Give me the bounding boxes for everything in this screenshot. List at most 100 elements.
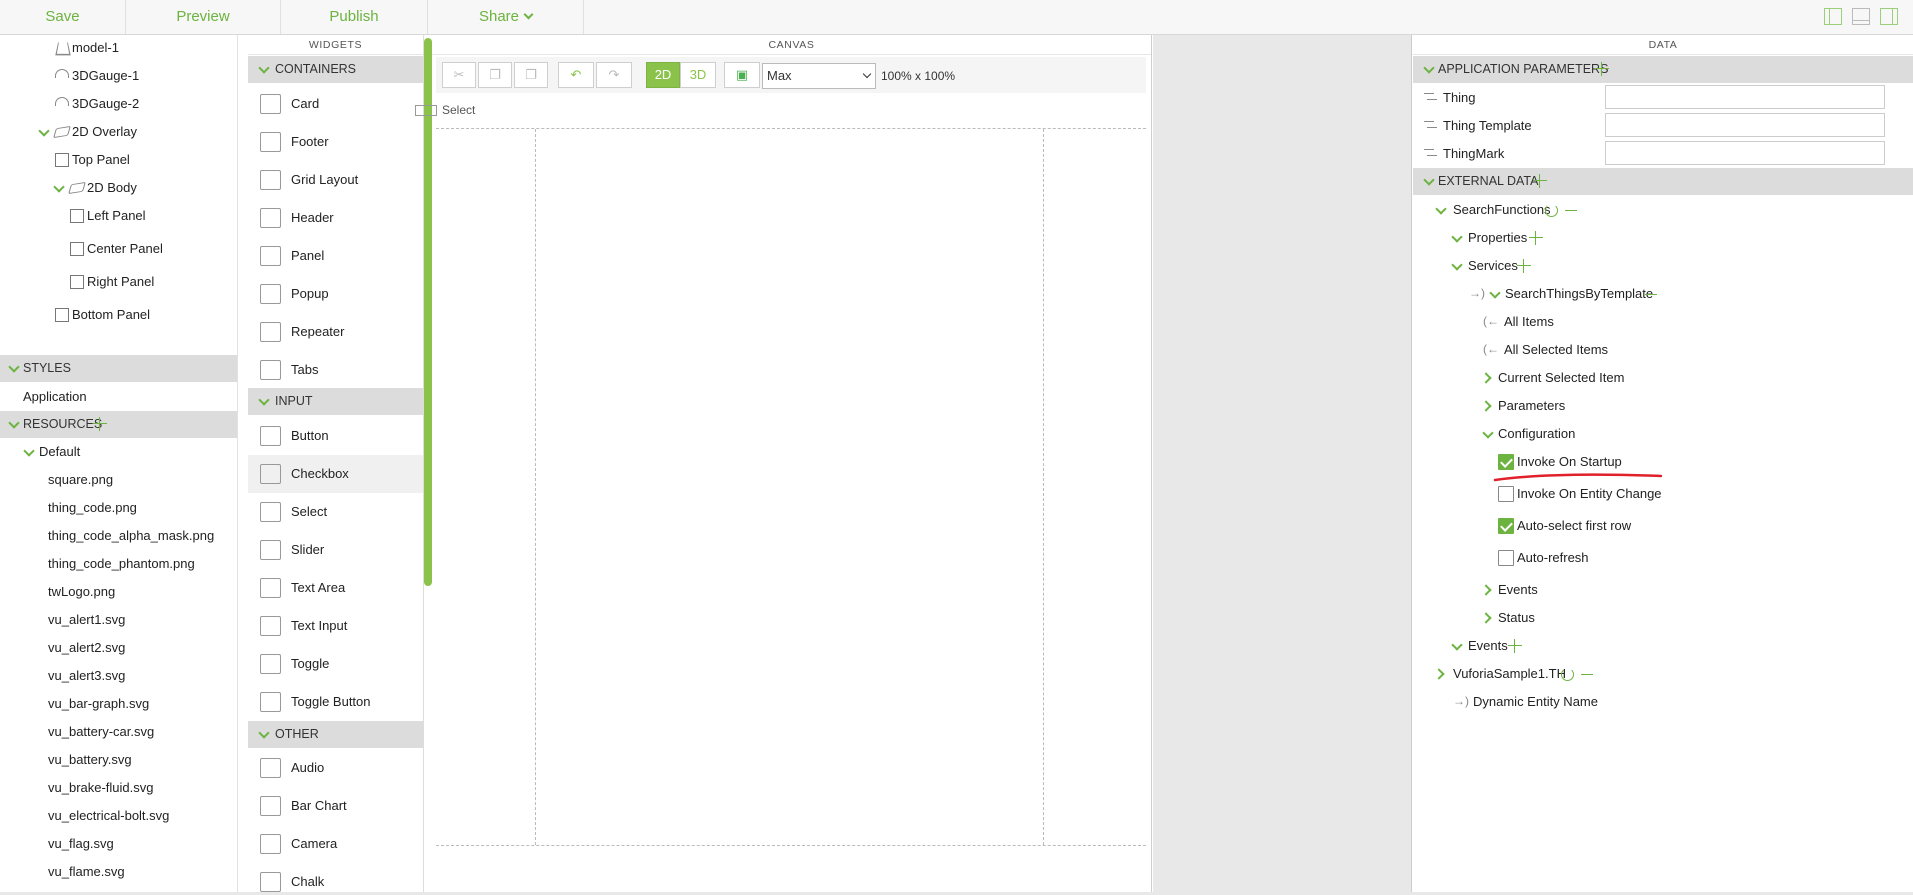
widget-item[interactable]: Repeater [248, 313, 423, 351]
resource-file-item[interactable]: vu_alert2.svg [0, 637, 237, 659]
tree-item-gauge-1[interactable]: 3DGauge-1 [0, 65, 237, 87]
resource-file-item[interactable]: vu_alert3.svg [0, 665, 237, 687]
tree-item-right-panel[interactable]: Right Panel [0, 271, 237, 293]
invoke-on-entity-change-checkbox[interactable] [1498, 486, 1514, 502]
save-button[interactable]: Save [0, 0, 126, 34]
other-section-header[interactable]: OTHER [248, 721, 423, 748]
status-item[interactable]: Status [1413, 607, 1913, 629]
layers-button[interactable]: ▣ [724, 62, 760, 88]
tree-item-top-panel[interactable]: Top Panel [0, 149, 237, 171]
widget-item[interactable]: Checkbox [248, 455, 423, 493]
binding-arrow-icon[interactable]: →) [1453, 695, 1469, 707]
binding-icon[interactable] [1424, 92, 1438, 103]
resource-file-item[interactable]: vu_battery.svg [0, 749, 237, 771]
binding-icon[interactable] [1424, 120, 1438, 131]
containers-section-header[interactable]: CONTAINERS [248, 56, 423, 83]
chevron-down-icon[interactable] [23, 445, 35, 457]
chevron-right-icon[interactable] [1433, 668, 1445, 680]
cut-button[interactable]: ✂ [442, 62, 476, 88]
chevron-down-icon[interactable] [1482, 427, 1494, 439]
all-items-item[interactable]: (← All Items [1413, 311, 1913, 333]
resource-file-item[interactable]: thing_code_phantom.png [0, 553, 237, 575]
mode-2d-button[interactable]: 2D [646, 62, 680, 88]
resource-file-item[interactable]: twLogo.png [0, 581, 237, 603]
properties-item[interactable]: Properties [1413, 227, 1913, 249]
thing-template-input[interactable] [1605, 113, 1885, 137]
remove-service-icon[interactable] [1645, 294, 1657, 296]
resource-file-item[interactable]: thing_code_alpha_mask.png [0, 525, 237, 547]
chevron-down-icon[interactable] [53, 181, 65, 193]
tree-item-2d-body[interactable]: 2D Body [0, 177, 237, 199]
widget-item[interactable]: Slider [248, 531, 423, 569]
add-parameter-icon[interactable] [1595, 62, 1609, 76]
application-parameters-header[interactable]: APPLICATION PARAMETERS [1413, 56, 1913, 83]
resource-file-item[interactable]: vu_brake-fluid.svg [0, 777, 237, 799]
remove-icon[interactable] [1581, 674, 1593, 676]
thing-input[interactable] [1605, 85, 1885, 109]
canvas-size-select[interactable]: Max [762, 63, 876, 89]
vuforia-sample-item[interactable]: VuforiaSample1.TH [1413, 663, 1913, 685]
widget-item[interactable]: Tabs [248, 351, 423, 389]
dynamic-entity-name-item[interactable]: →) Dynamic Entity Name [1413, 691, 1913, 713]
tree-item-left-panel[interactable]: Left Panel [0, 205, 237, 227]
chevron-down-icon[interactable] [1451, 231, 1463, 243]
widget-item[interactable]: Camera [248, 825, 423, 863]
current-selected-item[interactable]: Current Selected Item [1413, 367, 1913, 389]
widget-item[interactable]: Select [248, 493, 423, 531]
search-functions-item[interactable]: SearchFunctions [1413, 199, 1913, 221]
binding-arrow-icon[interactable]: (← [1483, 343, 1499, 355]
widget-item[interactable]: Text Input [248, 607, 423, 645]
publish-button[interactable]: Publish [281, 0, 428, 34]
layout-left-panel-icon[interactable] [1824, 8, 1842, 25]
resource-file-item[interactable]: vu_flame.svg [0, 861, 237, 883]
canvas-top-panel[interactable]: Select [415, 95, 1146, 129]
thingmark-input[interactable] [1605, 141, 1885, 165]
add-property-icon[interactable] [1529, 231, 1543, 245]
resource-file-item[interactable]: vu_alert1.svg [0, 609, 237, 631]
widget-item[interactable]: Footer [248, 123, 423, 161]
chevron-down-icon[interactable] [1435, 203, 1447, 215]
canvas-left-panel[interactable] [436, 129, 536, 845]
chevron-right-icon[interactable] [1480, 612, 1492, 624]
widget-item[interactable]: Button [248, 417, 423, 455]
copy-button[interactable]: ❐ [478, 62, 512, 88]
resource-file-item[interactable]: vu_electrical-bolt.svg [0, 805, 237, 827]
all-selected-items-item[interactable]: (← All Selected Items [1413, 339, 1913, 361]
tree-item-center-panel[interactable]: Center Panel [0, 238, 237, 260]
chevron-right-icon[interactable] [1480, 584, 1492, 596]
share-button[interactable]: Share [428, 0, 584, 34]
layout-right-panel-icon[interactable] [1880, 8, 1898, 25]
resource-file-item[interactable]: vu_battery-car.svg [0, 721, 237, 743]
mode-3d-button[interactable]: 3D [680, 62, 716, 88]
widget-item[interactable]: Toggle Button [248, 683, 423, 721]
auto-select-first-row-checkbox[interactable] [1498, 518, 1514, 534]
resource-folder-default[interactable]: Default [0, 441, 237, 463]
widget-item[interactable]: Audio [248, 749, 423, 787]
canvas-right-panel[interactable] [1044, 129, 1146, 845]
tree-item-bottom-panel[interactable]: Bottom Panel [0, 304, 237, 326]
tree-item-2d-overlay[interactable]: 2D Overlay [0, 121, 237, 143]
configuration-item[interactable]: Configuration [1413, 423, 1913, 445]
resource-file-item[interactable]: vu_bar-graph.svg [0, 693, 237, 715]
undo-button[interactable]: ↶ [558, 62, 594, 88]
resource-file-item[interactable]: square.png [0, 469, 237, 491]
canvas-center-panel[interactable] [536, 129, 1044, 845]
widget-item[interactable]: Card [248, 85, 423, 123]
resources-section-header[interactable]: RESOURCES [0, 411, 237, 438]
chevron-right-icon[interactable] [1480, 400, 1492, 412]
widget-item[interactable]: Panel [248, 237, 423, 275]
style-item-application[interactable]: Application [0, 386, 237, 408]
layout-bottom-panel-icon[interactable] [1852, 8, 1870, 25]
widget-item[interactable]: Toggle [248, 645, 423, 683]
service-search-things-by-template[interactable]: →) SearchThingsByTemplate [1413, 283, 1913, 305]
chevron-down-icon[interactable] [1451, 259, 1463, 271]
styles-section-header[interactable]: STYLES [0, 355, 237, 382]
refresh-icon[interactable] [1561, 668, 1574, 681]
add-external-data-icon[interactable] [1533, 174, 1547, 188]
binding-arrow-icon[interactable]: (← [1483, 315, 1499, 327]
add-service-icon[interactable] [1517, 259, 1531, 273]
refresh-icon[interactable] [1545, 204, 1558, 217]
add-resource-icon[interactable] [93, 417, 107, 431]
widget-item[interactable]: Popup [248, 275, 423, 313]
invoke-on-startup-checkbox[interactable] [1498, 454, 1514, 470]
